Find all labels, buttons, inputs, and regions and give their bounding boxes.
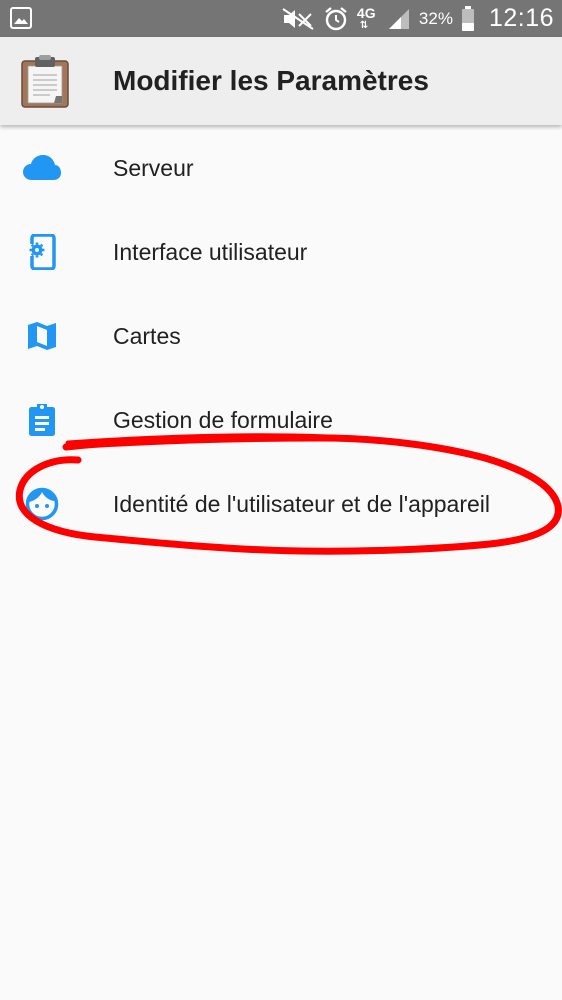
settings-list: Serveur Interface utilisateur Cartes Ges…: [0, 126, 562, 546]
status-bar: 4G ⇅ 32% 12:16: [0, 0, 562, 37]
cloud-icon: [22, 150, 62, 186]
settings-item-label: Interface utilisateur: [113, 239, 308, 265]
network-label: 4G: [356, 4, 376, 21]
app-bar: Modifier les Paramètres: [0, 37, 562, 125]
form-clipboard-icon: [22, 402, 62, 438]
settings-item-maps[interactable]: Cartes: [0, 294, 562, 378]
data-arrows-icon: ⇅: [359, 19, 369, 31]
map-icon: [22, 318, 62, 354]
settings-item-user-device-identity[interactable]: Identité de l'utilisateur et de l'appare…: [0, 462, 562, 546]
signal-icon: [387, 7, 411, 31]
network-type-indicator: 4G ⇅: [357, 4, 379, 34]
status-clock: 12:16: [488, 4, 554, 32]
settings-item-user-interface[interactable]: Interface utilisateur: [0, 210, 562, 294]
image-icon: [10, 7, 32, 29]
battery-icon: [461, 5, 475, 32]
clipboard-icon: [20, 55, 70, 109]
face-icon: [22, 486, 62, 522]
mute-icon: [281, 7, 315, 31]
settings-item-form-management[interactable]: Gestion de formulaire: [0, 378, 562, 462]
settings-item-label: Identité de l'utilisateur et de l'appare…: [113, 491, 491, 517]
settings-item-label: Cartes: [113, 323, 181, 349]
alarm-icon: [323, 6, 349, 32]
settings-item-label: Serveur: [113, 155, 194, 181]
battery-percent: 32%: [418, 8, 453, 28]
page-title: Modifier les Paramètres: [113, 65, 429, 96]
settings-item-label: Gestion de formulaire: [113, 407, 333, 433]
phone-settings-icon: [22, 234, 62, 270]
settings-item-server[interactable]: Serveur: [0, 126, 562, 210]
